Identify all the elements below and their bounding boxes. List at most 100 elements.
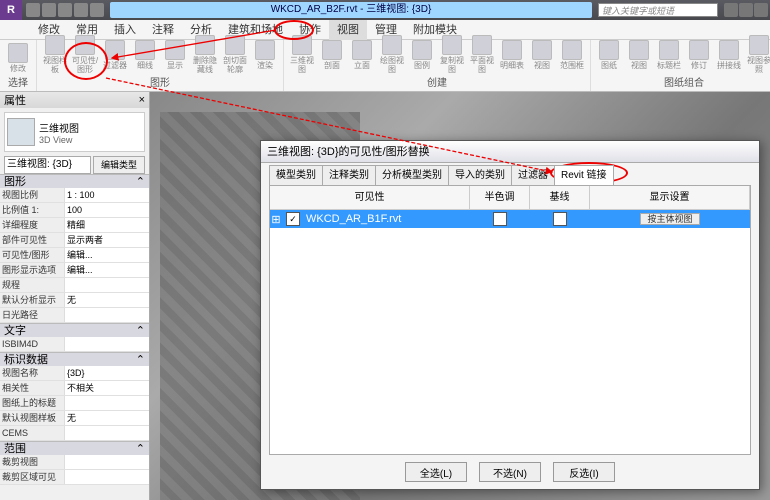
ribbon-btn-修订[interactable]: 修订 [685, 40, 713, 70]
ribbon-btn-平面视图[interactable]: 平面视图 [468, 35, 496, 74]
prop-row[interactable]: 默认视图样板无 [0, 411, 149, 426]
group-name: 选择 [4, 74, 32, 89]
prop-row[interactable]: CEMS [0, 426, 149, 441]
ribbon-btn-剖切面轮廓[interactable]: 剖切面轮廓 [221, 35, 249, 74]
ribbon-btn-修改[interactable]: 修改 [4, 43, 32, 73]
qat-open-icon[interactable] [26, 3, 40, 17]
qat-undo-icon[interactable] [58, 3, 72, 17]
ribbon-btn-剖面[interactable]: 剖面 [318, 40, 346, 70]
prop-section-范围[interactable]: 范围⌃ [0, 441, 149, 455]
select-none-button[interactable]: 不选(N) [479, 462, 541, 482]
ribbon-btn-三维视图[interactable]: 三维视图 [288, 35, 316, 74]
ribbon-label: 复制视图 [438, 56, 466, 74]
prop-row[interactable]: 图形显示选项编辑... [0, 263, 149, 278]
ribbon-btn-复制视图[interactable]: 复制视图 [438, 35, 466, 74]
prop-value[interactable]: 显示两者 [65, 233, 149, 247]
prop-section-文字[interactable]: 文字⌃ [0, 323, 149, 337]
minimize-icon[interactable] [724, 3, 738, 17]
ribbon-icon [135, 40, 155, 60]
ribbon-btn-拼接线[interactable]: 拼接线 [715, 40, 743, 70]
ribbon-btn-范围框[interactable]: 范围框 [558, 40, 586, 70]
prop-value[interactable]: 编辑... [65, 248, 149, 262]
prop-value[interactable]: 无 [65, 293, 149, 307]
ribbon-label: 绘图视图 [378, 56, 406, 74]
select-all-button[interactable]: 全选(L) [405, 462, 467, 482]
prop-row[interactable]: 裁剪视图 [0, 455, 149, 470]
prop-value[interactable] [65, 470, 149, 484]
dialog-tab-Revit 链接[interactable]: Revit 链接 [554, 165, 614, 185]
prop-row[interactable]: 裁剪区域可见 [0, 470, 149, 485]
prop-value[interactable]: 编辑... [65, 263, 149, 277]
prop-value[interactable]: {3D} [65, 366, 149, 380]
invert-selection-button[interactable]: 反选(I) [553, 462, 615, 482]
prop-value[interactable]: 无 [65, 411, 149, 425]
prop-value[interactable]: 不相关 [65, 381, 149, 395]
ribbon-btn-绘图视图[interactable]: 绘图视图 [378, 35, 406, 74]
edit-type-button[interactable]: 编辑类型 [93, 156, 145, 174]
dialog-tab-分析模型类别[interactable]: 分析模型类别 [375, 165, 449, 185]
prop-value[interactable] [65, 396, 149, 410]
dialog-tab-模型类别[interactable]: 模型类别 [269, 165, 323, 185]
dialog-tab-过滤器[interactable]: 过滤器 [511, 165, 555, 185]
ribbon-btn-视图[interactable]: 视图 [625, 40, 653, 70]
prop-value[interactable] [65, 278, 149, 292]
ribbon-btn-视图样板[interactable]: 视图样板 [41, 35, 69, 74]
ribbon-btn-显示[interactable]: 显示 [161, 40, 189, 70]
ribbon-label: 删除隐藏线 [191, 56, 219, 74]
ribbon-btn-视图参照[interactable]: 视图参照 [745, 35, 770, 74]
ribbon-icon [8, 43, 28, 63]
prop-row[interactable]: 比例值 1:100 [0, 203, 149, 218]
prop-value[interactable] [65, 308, 149, 322]
prop-value[interactable] [65, 426, 149, 440]
ribbon-btn-明细表[interactable]: 明细表 [498, 40, 526, 70]
prop-row[interactable]: 相关性不相关 [0, 381, 149, 396]
prop-row[interactable]: 详细程度精细 [0, 218, 149, 233]
prop-row[interactable]: 规程 [0, 278, 149, 293]
qat-print-icon[interactable] [90, 3, 104, 17]
ribbon-btn-可见性/图形[interactable]: 可见性/图形 [71, 35, 99, 74]
prop-row[interactable]: 默认分析显示无 [0, 293, 149, 308]
close-icon[interactable] [754, 3, 768, 17]
underlay-checkbox[interactable] [553, 212, 567, 226]
search-input[interactable]: 键入关键字或短语 [598, 3, 718, 17]
display-setting-button[interactable]: 按主体视图 [640, 213, 699, 225]
prop-row[interactable]: 日光路径 [0, 308, 149, 323]
prop-value[interactable] [65, 337, 149, 351]
ribbon-btn-过滤器[interactable]: 过滤器 [101, 40, 129, 70]
ribbon-btn-删除隐藏线[interactable]: 删除隐藏线 [191, 35, 219, 74]
halftone-checkbox[interactable] [493, 212, 507, 226]
ribbon-btn-视图[interactable]: 视图 [528, 40, 556, 70]
ribbon-icon [45, 35, 65, 55]
app-logo[interactable]: R [0, 0, 22, 20]
type-preview[interactable]: 三维视图 3D View [4, 112, 145, 152]
qat-redo-icon[interactable] [74, 3, 88, 17]
ribbon-btn-图纸[interactable]: 图纸 [595, 40, 623, 70]
maximize-icon[interactable] [739, 3, 753, 17]
prop-row[interactable]: 图纸上的标题 [0, 396, 149, 411]
prop-value[interactable]: 100 [65, 203, 149, 217]
prop-row[interactable]: ISBIM4D [0, 337, 149, 352]
ribbon-btn-渲染[interactable]: 渲染 [251, 40, 279, 70]
prop-value[interactable] [65, 455, 149, 469]
dialog-tab-注释类别[interactable]: 注释类别 [322, 165, 376, 185]
prop-section-标识数据[interactable]: 标识数据⌃ [0, 352, 149, 366]
link-row[interactable]: ⊞ ✓ WKCD_AR_B1F.rvt 按主体视图 [270, 210, 750, 228]
close-panel-icon[interactable]: × [139, 94, 145, 106]
prop-row[interactable]: 视图比例1 : 100 [0, 188, 149, 203]
ribbon-btn-图例[interactable]: 图例 [408, 40, 436, 70]
prop-row[interactable]: 可见性/图形编辑... [0, 248, 149, 263]
ribbon-btn-标题栏[interactable]: 标题栏 [655, 40, 683, 70]
prop-value[interactable]: 精细 [65, 218, 149, 232]
ribbon-btn-细线[interactable]: 细线 [131, 40, 159, 70]
prop-row[interactable]: 视图名称{3D} [0, 366, 149, 381]
ribbon-btn-立面[interactable]: 立面 [348, 40, 376, 70]
visibility-checkbox[interactable]: ✓ [286, 212, 300, 226]
instance-selector[interactable]: 三维视图: {3D} [4, 156, 91, 174]
prop-section-图形[interactable]: 图形⌃ [0, 174, 149, 188]
dialog-tab-导入的类别[interactable]: 导入的类别 [448, 165, 512, 185]
prop-row[interactable]: 部件可见性显示两者 [0, 233, 149, 248]
ribbon-icon [502, 40, 522, 60]
prop-value[interactable]: 1 : 100 [65, 188, 149, 202]
ribbon-icon [629, 40, 649, 60]
qat-save-icon[interactable] [42, 3, 56, 17]
